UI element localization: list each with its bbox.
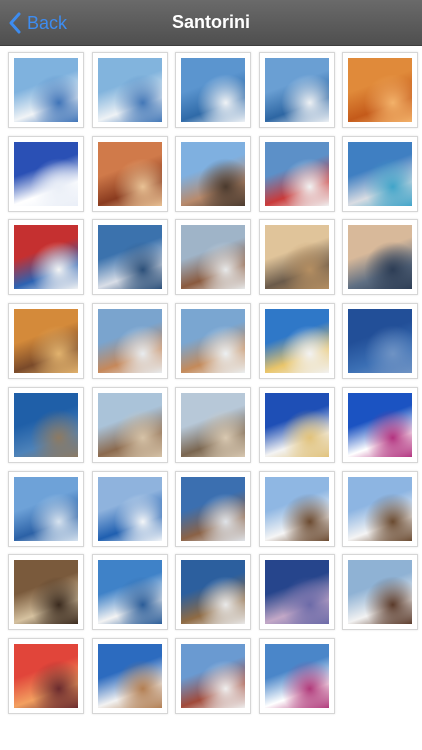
photo-flowers-chapel[interactable]: [8, 219, 84, 295]
photo-image: [98, 560, 162, 624]
photo-wire-sea[interactable]: [342, 303, 418, 379]
photo-image: [98, 393, 162, 457]
photo-image: [14, 560, 78, 624]
photo-image: [14, 142, 78, 206]
photo-image: [181, 58, 245, 122]
photo-image: [348, 58, 412, 122]
photo-image: [98, 644, 162, 708]
photo-image: [265, 560, 329, 624]
photo-image: [348, 225, 412, 289]
photo-dusk-village[interactable]: [259, 554, 335, 630]
photo-terrace-sea[interactable]: [259, 303, 335, 379]
photo-village-alley[interactable]: [175, 638, 251, 714]
photo-image: [98, 309, 162, 373]
photo-image: [181, 393, 245, 457]
photo-red-cliffs[interactable]: [92, 136, 168, 212]
photo-image: [14, 644, 78, 708]
photo-image: [181, 560, 245, 624]
photo-windmill[interactable]: [259, 471, 335, 547]
photo-image: [98, 477, 162, 541]
photo-church-steps[interactable]: [92, 638, 168, 714]
page-title: Santorini: [171, 12, 250, 32]
photo-image: [348, 560, 412, 624]
photo-flowers-view[interactable]: [259, 136, 335, 212]
photo-image: [265, 477, 329, 541]
photo-winding-road[interactable]: [8, 554, 84, 630]
photo-image: [181, 225, 245, 289]
photo-clock-tower[interactable]: [259, 387, 335, 463]
photo-image: [265, 225, 329, 289]
photo-image: [265, 644, 329, 708]
photo-image: [98, 225, 162, 289]
photo-orange-seat[interactable]: [342, 52, 418, 128]
photo-image: [265, 393, 329, 457]
photo-image: [348, 142, 412, 206]
photo-people-statues[interactable]: [175, 136, 251, 212]
photo-image: [265, 58, 329, 122]
photo-cliff-village[interactable]: [175, 554, 251, 630]
photo-domes-sea[interactable]: [259, 638, 335, 714]
photo-image: [14, 477, 78, 541]
photo-greek-flag[interactable]: [92, 471, 168, 547]
photo-image: [348, 309, 412, 373]
photo-red-sunset[interactable]: [8, 638, 84, 714]
nav-bar: Back Santorini: [0, 0, 422, 46]
photo-cafe-terrace[interactable]: [342, 554, 418, 630]
photo-image: [265, 309, 329, 373]
photo-image: [14, 393, 78, 457]
photo-image: [181, 309, 245, 373]
photo-image: [14, 58, 78, 122]
photo-aerial-cliffs[interactable]: [175, 471, 251, 547]
photo-image: [98, 58, 162, 122]
photo-image: [181, 644, 245, 708]
photo-windmill-2[interactable]: [342, 471, 418, 547]
photo-golden-cliff[interactable]: [8, 303, 84, 379]
photo-white-chapel[interactable]: [8, 136, 84, 212]
photo-image: [14, 225, 78, 289]
photo-town-overview[interactable]: [92, 219, 168, 295]
photo-balcony-view[interactable]: [92, 303, 168, 379]
photo-white-village-sea[interactable]: [92, 554, 168, 630]
photo-pool-terrace[interactable]: [342, 136, 418, 212]
photo-image: [98, 142, 162, 206]
photo-village-pool-2[interactable]: [92, 52, 168, 128]
photo-image: [348, 393, 412, 457]
photo-image: [181, 477, 245, 541]
photo-image: [348, 477, 412, 541]
photo-cruise-ships[interactable]: [175, 52, 251, 128]
photo-cruise-ships-2[interactable]: [259, 52, 335, 128]
photo-image: [265, 142, 329, 206]
photo-sea-horizon[interactable]: [8, 471, 84, 547]
photo-blue-domes-flowers[interactable]: [342, 387, 418, 463]
photo-clouds-sunset[interactable]: [259, 219, 335, 295]
photo-white-cliff-town[interactable]: [175, 219, 251, 295]
photo-image: [181, 142, 245, 206]
photo-village-pool[interactable]: [8, 52, 84, 128]
photo-island-cliff[interactable]: [8, 387, 84, 463]
photo-caldera-rim-2[interactable]: [175, 387, 251, 463]
photo-image: [14, 309, 78, 373]
photo-caldera-clouds[interactable]: [342, 219, 418, 295]
photo-caldera-rim[interactable]: [92, 387, 168, 463]
photo-balcony-view-2[interactable]: [175, 303, 251, 379]
